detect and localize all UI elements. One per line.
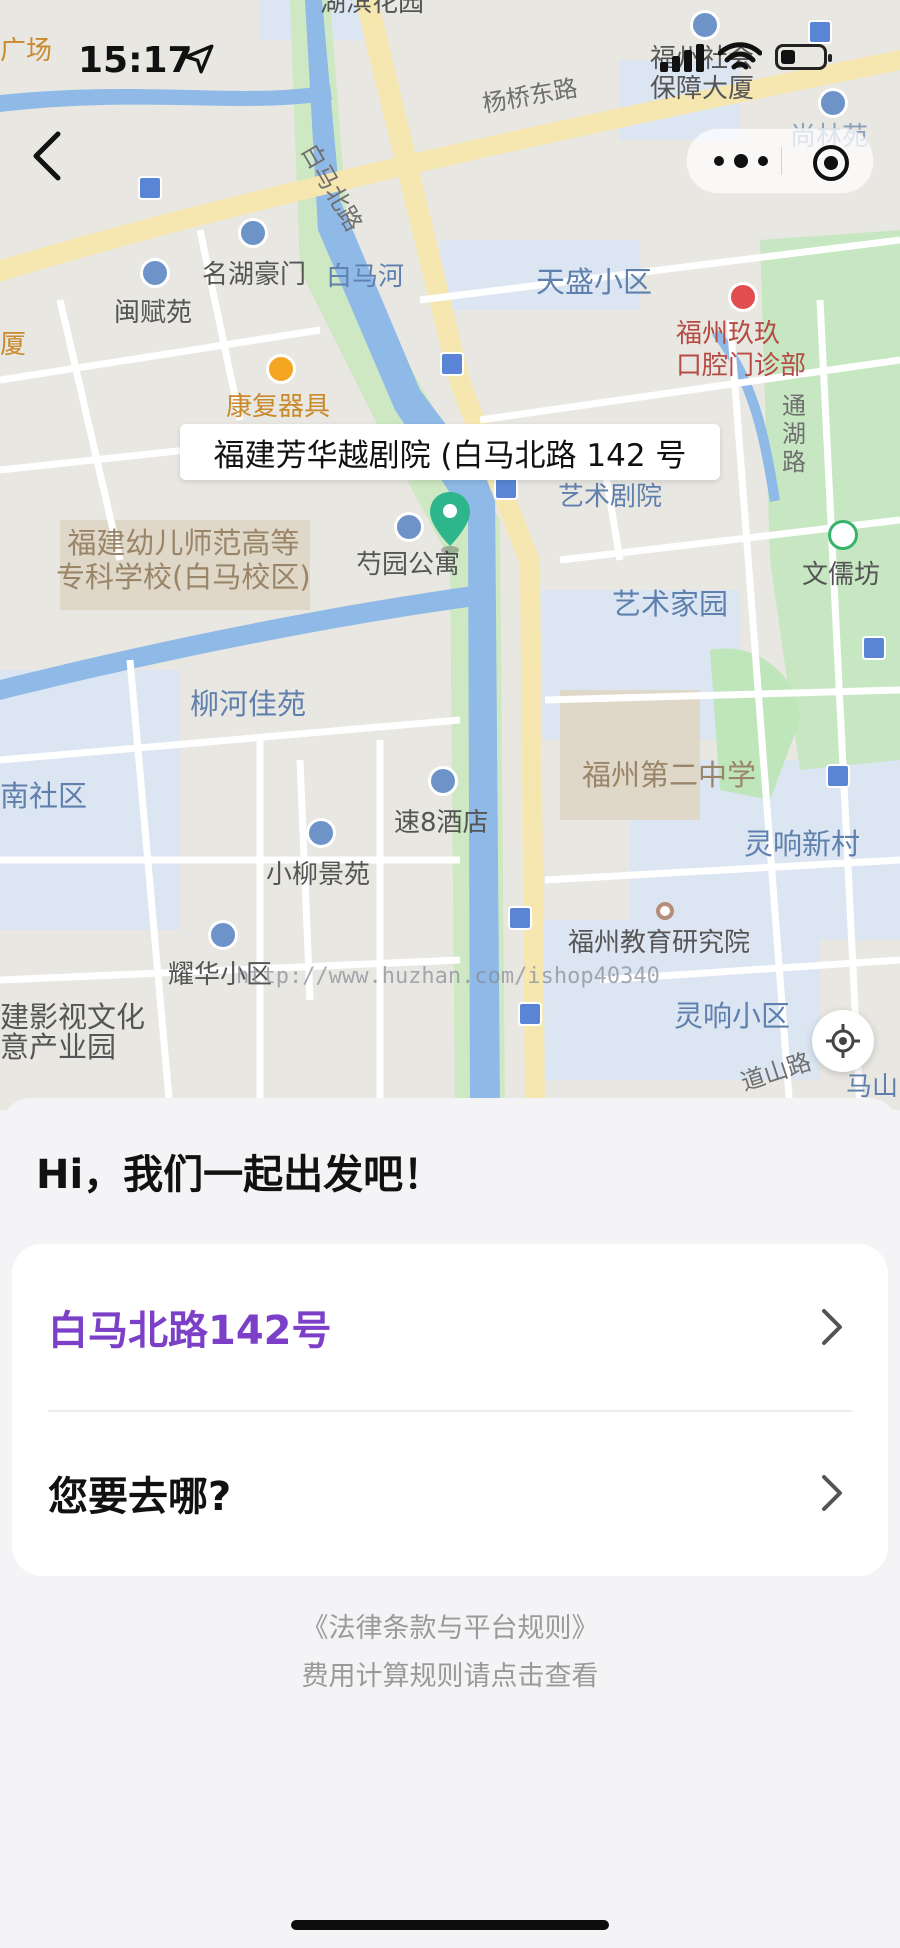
origin-address: 白马北路142号 [48,1308,332,1354]
route-card: 白马北路142号 您要去哪? [12,1244,888,1576]
map-label: 白马河 [326,262,405,292]
bus-stop-icon [862,636,886,660]
back-button[interactable] [28,128,68,184]
watermark-text: http://www.huzhan.com/ishop40340 [236,964,660,989]
map-label: 天盛小区 [536,265,653,299]
more-options-icon[interactable] [711,151,771,171]
capsule-divider [781,147,782,175]
hospital-icon [728,282,758,312]
map-label: 福州教育研究院 [568,928,751,958]
home-icon [306,818,336,848]
chevron-right-icon [822,1475,842,1511]
destination-placeholder: 您要去哪? [48,1474,232,1520]
landmark-icon [656,902,674,920]
crosshair-icon [826,1024,860,1058]
map-label: 福建幼儿师范高等 专科学校(白马校区) [56,526,311,594]
bus-stop-icon [826,764,850,788]
home-icon [238,218,268,248]
map-label: 艺术家园 [612,587,729,621]
location-arrow-icon [184,44,214,74]
status-bar: 15:17 [0,0,900,110]
status-time: 15:17 [78,40,193,81]
home-icon [394,512,424,542]
map-label: 福州第二中学 [582,758,757,792]
map-label: 文儒坊 [802,560,881,590]
map-label: 柳河佳苑 [190,687,307,721]
wifi-icon [718,42,762,70]
bus-stop-icon [440,352,464,376]
chevron-right-icon [822,1309,842,1345]
home-icon [140,258,170,288]
map-label: 小柳景苑 [266,860,371,890]
legal-terms-link[interactable]: 《法律条款与平台规则》 [0,1606,900,1645]
map-label: 南社区 [0,779,88,813]
trip-panel: Hi，我们一起出发吧！ 白马北路142号 您要去哪? 《法律条款与平台规则》 费… [0,1098,900,1948]
location-callout[interactable]: 福建芳华越剧院 (白马北路 142 号 [180,424,720,480]
map-label: 名湖豪门 [202,260,307,290]
map-label: 康复器具 [226,392,331,422]
location-pin-icon [430,492,470,554]
home-indicator [291,1920,609,1930]
miniprogram-capsule [686,128,874,194]
bus-stop-icon [508,906,532,930]
hotel-icon [428,766,458,796]
road-label: 通 湖 路 [782,392,806,476]
map-label: 速8酒店 [394,808,489,838]
destination-row[interactable]: 您要去哪? [12,1410,888,1576]
scenic-spot-icon [828,520,858,550]
map-label: 厦 [0,330,27,360]
fee-rules-link[interactable]: 费用计算规则请点击查看 [0,1654,900,1693]
bus-stop-icon [518,1002,542,1026]
close-miniprogram-icon[interactable] [811,143,851,183]
map-label: 闽赋苑 [114,298,193,328]
map-label: 艺术剧院 [558,482,663,512]
relocate-button[interactable] [812,1010,874,1072]
map-label: 马山 [846,1072,899,1102]
signal-icon [660,44,704,72]
bus-stop-icon [138,176,162,200]
map-label: 建影视文化 意产业园 [0,1000,146,1064]
battery-level [781,50,795,64]
map-label: 灵响小区 [674,999,791,1033]
map-label: 福州玖玖 口腔门诊部 [676,319,807,381]
map-label: 灵响新村 [744,827,861,861]
home-icon [208,920,238,950]
origin-row[interactable]: 白马北路142号 [12,1244,888,1410]
greeting-text: Hi，我们一起出发吧！ [36,1152,444,1198]
battery-icon [775,44,832,70]
shop-icon [266,354,296,384]
